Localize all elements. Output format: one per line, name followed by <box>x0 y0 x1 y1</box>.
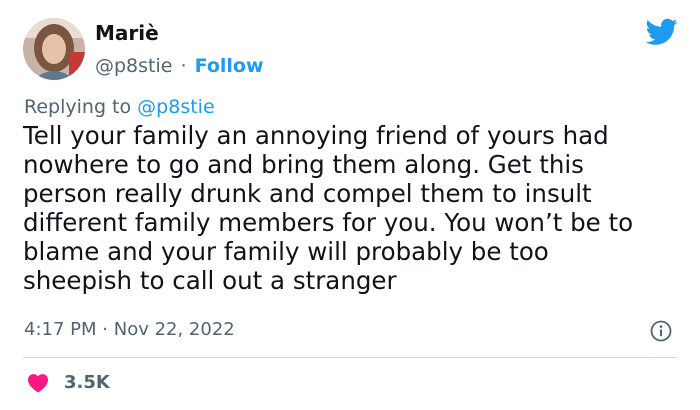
twitter-bird-icon[interactable] <box>646 18 678 46</box>
avatar[interactable] <box>23 18 85 80</box>
handle-separator: · <box>180 55 187 77</box>
author-block: Mariè @p8stie · Follow <box>95 20 264 79</box>
avatar-image <box>23 18 85 80</box>
divider <box>23 357 677 358</box>
timestamp-separator: · <box>102 319 108 340</box>
tweet-timestamp[interactable]: 4:17 PM · Nov 22, 2022 <box>24 318 235 342</box>
tweet-text: Tell your family an annoying friend of y… <box>23 121 634 295</box>
tweet-date: Nov 22, 2022 <box>113 319 235 340</box>
reply-prefix: Replying to <box>24 96 132 118</box>
author-name[interactable]: Mariè <box>95 20 264 46</box>
info-icon[interactable] <box>650 320 672 342</box>
reply-context: Replying to @p8stie <box>24 95 215 119</box>
like-button[interactable]: 3.5K <box>27 372 110 394</box>
author-handle-line: @p8stie · Follow <box>95 53 264 79</box>
author-handle[interactable]: @p8stie <box>95 55 172 77</box>
heart-icon <box>28 374 48 393</box>
like-count: 3.5K <box>64 372 110 393</box>
tweet-card: Mariè @p8stie · Follow Replying to @p8st… <box>0 0 700 410</box>
follow-button[interactable]: Follow <box>195 55 264 77</box>
reply-handle-link[interactable]: @p8stie <box>137 96 214 118</box>
tweet-time: 4:17 PM <box>24 319 97 340</box>
